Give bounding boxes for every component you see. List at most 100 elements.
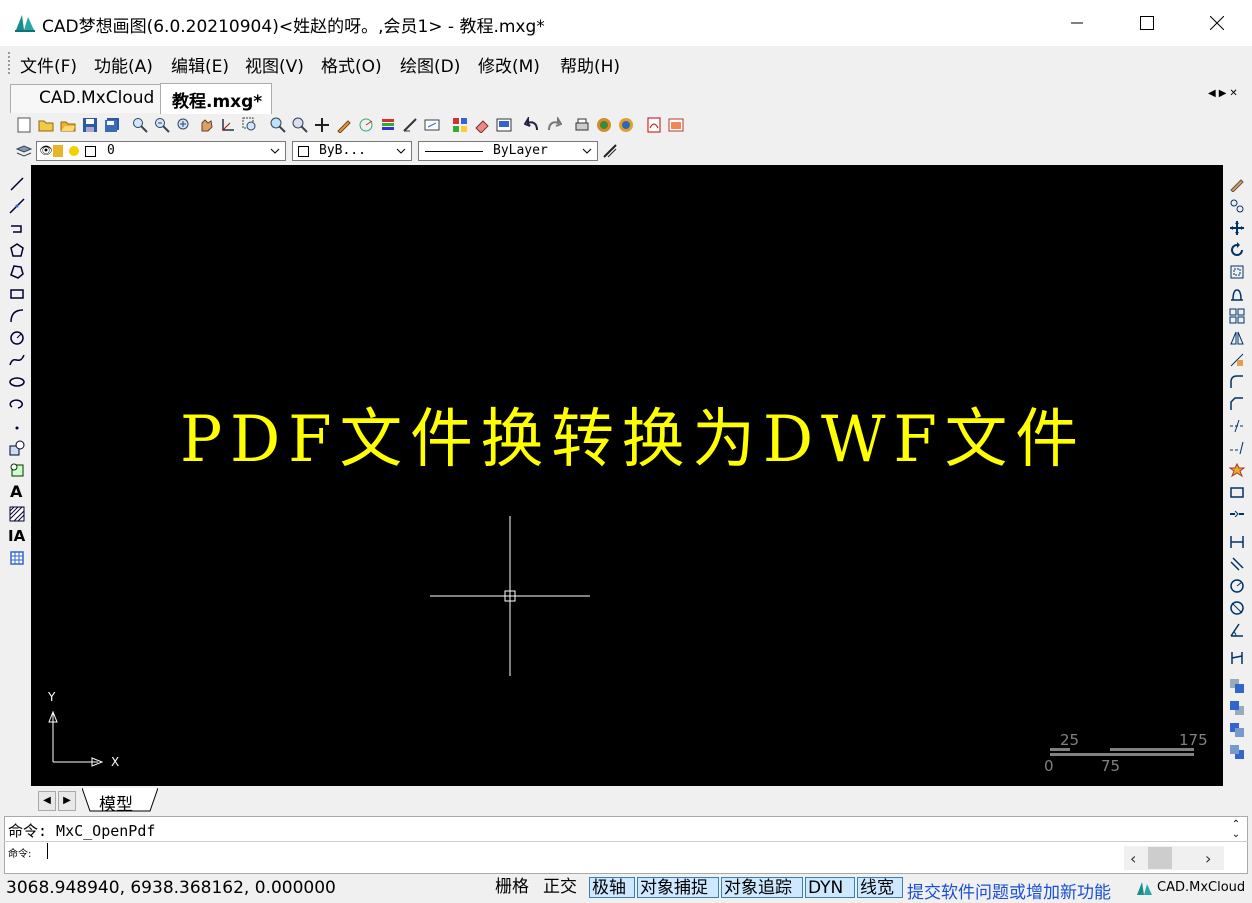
tab-close-icon[interactable]: ✕ bbox=[1229, 88, 1240, 99]
dim-angle-icon[interactable] bbox=[1229, 622, 1245, 638]
lineweight-icon[interactable] bbox=[602, 143, 618, 159]
move-icon[interactable] bbox=[1229, 220, 1245, 236]
menu-function[interactable]: 功能(A) bbox=[94, 52, 153, 77]
dim-diameter-icon[interactable] bbox=[1229, 600, 1245, 616]
zoom-window-icon[interactable] bbox=[242, 117, 258, 133]
menu-file[interactable]: 文件(F) bbox=[20, 52, 77, 77]
menu-draw[interactable]: 绘图(D) bbox=[400, 52, 460, 77]
zoom-out-icon[interactable] bbox=[154, 117, 170, 133]
ellipse-icon[interactable] bbox=[9, 374, 25, 390]
chevron-down-icon[interactable]: ⌄ bbox=[1232, 829, 1240, 840]
command-input-caret[interactable] bbox=[47, 843, 48, 859]
tab-cad-mxcloud[interactable]: CAD.MxCloud bbox=[10, 84, 162, 113]
extend-icon[interactable] bbox=[1229, 440, 1245, 456]
arc-icon[interactable] bbox=[9, 308, 25, 324]
copy-icon[interactable] bbox=[1229, 198, 1245, 214]
properties-icon[interactable] bbox=[424, 117, 440, 133]
brand-label[interactable]: CAD.MxCloud bbox=[1157, 880, 1245, 895]
zoom-previous-icon[interactable] bbox=[292, 117, 308, 133]
image-export-icon[interactable] bbox=[668, 117, 684, 133]
array-icon[interactable] bbox=[1229, 308, 1245, 324]
close-button[interactable] bbox=[1182, 0, 1252, 46]
draworder-above-icon[interactable] bbox=[1229, 722, 1245, 738]
polygon-icon[interactable] bbox=[9, 242, 25, 258]
mirror-icon[interactable] bbox=[1229, 330, 1245, 346]
mtext-icon[interactable]: IA bbox=[8, 528, 25, 544]
layout-next-button[interactable]: ▶ bbox=[58, 791, 76, 811]
menu-modify[interactable]: 修改(M) bbox=[478, 52, 540, 77]
polyline-icon[interactable] bbox=[9, 220, 25, 236]
print-preview-icon[interactable] bbox=[496, 117, 512, 133]
zoom-in-icon[interactable] bbox=[176, 117, 192, 133]
menu-help[interactable]: 帮助(H) bbox=[560, 52, 620, 77]
pan-icon[interactable] bbox=[198, 117, 214, 133]
xline-icon[interactable] bbox=[9, 198, 25, 214]
dim-radius-icon[interactable] bbox=[1229, 578, 1245, 594]
explode-icon[interactable] bbox=[1229, 462, 1245, 478]
spline-icon[interactable] bbox=[9, 352, 25, 368]
insert-block-icon[interactable] bbox=[9, 440, 25, 456]
open-file-icon[interactable] bbox=[38, 117, 54, 133]
chamfer-icon[interactable] bbox=[1229, 396, 1245, 412]
polygon2-icon[interactable] bbox=[9, 264, 25, 280]
layout-prev-button[interactable]: ◀ bbox=[38, 791, 56, 811]
redo-icon[interactable] bbox=[546, 117, 562, 133]
maximize-button[interactable] bbox=[1112, 0, 1182, 46]
menu-edit[interactable]: 编辑(E) bbox=[171, 52, 229, 77]
offset-icon[interactable] bbox=[1229, 264, 1245, 280]
make-block-icon[interactable] bbox=[9, 462, 25, 478]
layer-dropdown[interactable]: 👁 0 bbox=[36, 141, 286, 161]
toggle-lineweight[interactable]: 线宽 bbox=[857, 877, 903, 898]
join-icon[interactable] bbox=[1229, 506, 1245, 522]
menu-format[interactable]: 格式(O) bbox=[321, 52, 382, 77]
match-properties-icon[interactable] bbox=[402, 117, 418, 133]
draworder-back-icon[interactable] bbox=[1229, 700, 1245, 716]
sketch-pencil-icon[interactable] bbox=[336, 117, 352, 133]
feedback-link[interactable]: 提交软件问题或增加新功能 bbox=[907, 878, 1111, 903]
zoom-realtime-icon[interactable] bbox=[132, 117, 148, 133]
toggle-osnap[interactable]: 对象捕捉 bbox=[637, 877, 719, 898]
zoom-extents-icon[interactable] bbox=[270, 117, 286, 133]
linetype-dropdown[interactable]: ByLayer bbox=[418, 141, 598, 161]
web-icon[interactable] bbox=[618, 117, 634, 133]
move-crosshair-icon[interactable] bbox=[314, 117, 330, 133]
tab-tutorial-file[interactable]: 教程.mxg* bbox=[160, 83, 272, 114]
open-folder-icon[interactable] bbox=[60, 117, 76, 133]
tab-model[interactable]: 模型 bbox=[99, 790, 133, 815]
render-icon[interactable] bbox=[596, 117, 612, 133]
tab-prev-icon[interactable]: ◀ bbox=[1208, 88, 1219, 99]
save-all-icon[interactable] bbox=[104, 117, 120, 133]
layer-manager-icon[interactable] bbox=[380, 117, 396, 133]
tab-navigation[interactable]: ◀▶✕ bbox=[1208, 88, 1241, 99]
save-icon[interactable] bbox=[82, 117, 98, 133]
scale-icon[interactable] bbox=[1229, 352, 1245, 368]
text-icon[interactable]: A bbox=[10, 484, 26, 500]
rectangle-icon[interactable] bbox=[9, 286, 25, 302]
fillet-icon[interactable] bbox=[1229, 374, 1245, 390]
line-icon[interactable] bbox=[9, 176, 25, 192]
toggle-dyn[interactable]: DYN bbox=[805, 877, 855, 898]
color-dropdown[interactable]: ByB... bbox=[292, 141, 412, 161]
draworder-front-icon[interactable] bbox=[1229, 678, 1245, 694]
scroll-left-icon[interactable]: ‹ bbox=[1130, 849, 1136, 868]
new-file-icon[interactable] bbox=[16, 117, 32, 133]
hatch-icon[interactable] bbox=[9, 506, 25, 522]
layer-states-icon[interactable] bbox=[16, 143, 32, 159]
rectangle-edit-icon[interactable] bbox=[1229, 484, 1245, 500]
ucs-icon[interactable] bbox=[220, 117, 236, 133]
scrollbar-thumb[interactable] bbox=[1148, 847, 1172, 869]
minimize-button[interactable] bbox=[1042, 0, 1112, 46]
erase-icon[interactable] bbox=[1229, 176, 1245, 192]
toggle-otrack[interactable]: 对象追踪 bbox=[721, 877, 803, 898]
point-icon[interactable] bbox=[9, 418, 25, 434]
undo-icon[interactable] bbox=[524, 117, 540, 133]
draworder-under-icon[interactable] bbox=[1229, 744, 1245, 760]
command-scrollbar[interactable]: ⌃ ⌄ bbox=[1226, 820, 1246, 840]
rotate-icon[interactable] bbox=[1229, 242, 1245, 258]
stretch-icon[interactable] bbox=[1229, 286, 1245, 302]
toggle-grid[interactable]: 栅格 bbox=[493, 877, 531, 898]
tab-next-icon[interactable]: ▶ bbox=[1219, 88, 1230, 99]
menu-view[interactable]: 视图(V) bbox=[245, 52, 304, 77]
toggle-polar[interactable]: 极轴 bbox=[589, 877, 635, 898]
circle-icon[interactable] bbox=[9, 330, 25, 346]
